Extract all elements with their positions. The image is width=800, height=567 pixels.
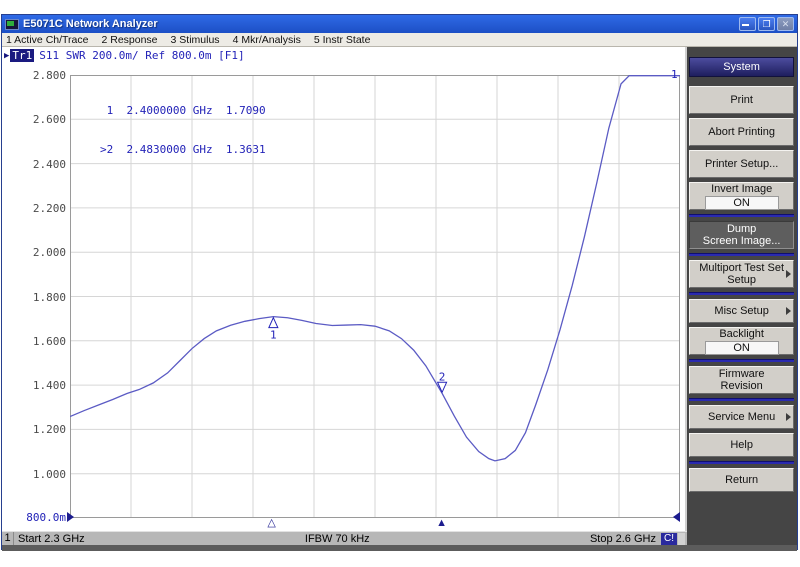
softkey-group-separator — [689, 398, 794, 401]
active-trace-arrow-icon: ▶ — [4, 51, 9, 61]
y-tick-label: 1.600 — [18, 335, 66, 348]
trace-format-label: S11 SWR 200.0m/ Ref 800.0m [F1] — [39, 49, 244, 62]
softkey-group-separator — [689, 253, 794, 256]
status-spare-box — [678, 533, 685, 545]
y-tick-label: 1.800 — [18, 291, 66, 304]
menu-item-1[interactable]: 1 Active Ch/Trace — [6, 34, 88, 46]
y-tick-label: 2.000 — [18, 246, 66, 259]
trace-status-line: ▶ Tr1 S11 SWR 200.0m/ Ref 800.0m [F1] — [4, 49, 245, 62]
marker-1-readout: 1 2.4000000 GHz 1.7090 — [100, 104, 266, 117]
screen-bottom-strip — [2, 545, 797, 551]
softkey-print[interactable]: Print — [689, 86, 794, 114]
marker-readout: 1 2.4000000 GHz 1.7090 >2 2.4830000 GHz … — [100, 78, 266, 182]
softkey-firmware-revision[interactable]: Firmware Revision — [689, 366, 794, 394]
trace-edge-number: 1 — [671, 68, 678, 81]
softkey-group-separator — [689, 292, 794, 295]
softkey-abort-printing[interactable]: Abort Printing — [689, 118, 794, 146]
menu-bar: 1 Active Ch/Trace 2 Response 3 Stimulus 4 M… — [2, 33, 797, 47]
window-title: E5071C Network Analyzer — [23, 18, 737, 30]
menu-item-5[interactable]: 5 Instr State — [314, 34, 371, 46]
y-tick-label: 2.400 — [18, 158, 66, 171]
softkey-multiport-test-set-setup[interactable]: Multiport Test Set Setup — [689, 260, 794, 288]
minimize-button[interactable] — [739, 17, 756, 31]
reference-level-marker-right-icon — [673, 512, 680, 522]
channel-number: 1 — [2, 532, 14, 545]
y-tick-label: 2.600 — [18, 113, 66, 126]
marker-2-number: 2 — [439, 370, 446, 383]
softkey-label: Dump Screen Image... — [703, 223, 781, 247]
softkey-group-separator — [689, 461, 794, 464]
ifbw-label: IFBW 70 kHz — [85, 533, 590, 545]
y-tick-label: 2.800 — [18, 69, 66, 82]
y-tick-label: 1.000 — [18, 468, 66, 481]
y-tick-label: 2.200 — [18, 202, 66, 215]
stimulus-marker-1-icon[interactable]: △ — [267, 517, 275, 529]
y-tick-label: 1.400 — [18, 379, 66, 392]
submenu-arrow-icon — [786, 307, 791, 315]
softkey-group-separator — [689, 359, 794, 362]
softkey-label: System — [723, 61, 760, 73]
menu-item-4[interactable]: 4 Mkr/Analysis — [233, 34, 301, 46]
submenu-arrow-icon — [786, 270, 791, 278]
toggle-state-box: ON — [705, 196, 779, 210]
softkey-label: Help — [730, 439, 753, 451]
softkey-system: System — [689, 57, 794, 77]
softkey-dump-screen-image[interactable]: Dump Screen Image... — [689, 221, 794, 249]
softkey-misc-setup[interactable]: Misc Setup — [689, 299, 794, 323]
softkey-label: Abort Printing — [708, 126, 775, 138]
restore-button[interactable]: ❐ — [758, 17, 775, 31]
softkey-sidebar: System Print Abort Printing Printer Setup..… — [685, 47, 797, 545]
softkey-label: Service Menu — [708, 411, 775, 423]
stimulus-marker-2-icon[interactable]: ▲ — [436, 517, 447, 529]
minimize-icon — [742, 24, 749, 26]
softkey-label: Return — [725, 474, 758, 486]
softkey-label: Invert Image — [711, 183, 772, 195]
trace-number-badge[interactable]: Tr1 — [10, 49, 34, 62]
app-icon — [5, 19, 19, 30]
softkey-return[interactable]: Return — [689, 468, 794, 492]
stop-frequency-label: Stop 2.6 GHz — [590, 533, 656, 545]
softkey-label: Print — [730, 94, 753, 106]
softkey-invert-image[interactable]: Invert ImageON — [689, 182, 794, 210]
y-tick-label: 1.200 — [18, 423, 66, 436]
content-area: ▶ Tr1 S11 SWR 200.0m/ Ref 800.0m [F1] 2.… — [2, 47, 797, 545]
softkey-group-separator — [689, 214, 794, 217]
reference-level-marker-left-icon[interactable] — [67, 512, 74, 522]
softkey-printer-setup[interactable]: Printer Setup... — [689, 150, 794, 178]
analyzer-screen: ▶ Tr1 S11 SWR 200.0m/ Ref 800.0m [F1] 2.… — [2, 47, 685, 545]
channel-status-bar: 1 Start 2.3 GHz IFBW 70 kHz Stop 2.6 GHz… — [2, 531, 687, 545]
start-frequency-label: Start 2.3 GHz — [18, 533, 85, 545]
app-window: E5071C Network Analyzer ❐ ✕ 1 Active Ch/… — [1, 14, 798, 550]
reference-level-label: 800.0m — [18, 511, 66, 524]
softkey-backlight[interactable]: BacklightON — [689, 327, 794, 355]
softkey-help[interactable]: Help — [689, 433, 794, 457]
softkey-label: Multiport Test Set Setup — [699, 262, 784, 286]
submenu-arrow-icon — [786, 413, 791, 421]
softkey-service-menu[interactable]: Service Menu — [689, 405, 794, 429]
marker-2-readout: >2 2.4830000 GHz 1.3631 — [100, 143, 266, 156]
softkey-label: Backlight — [719, 328, 764, 340]
softkey-label: Misc Setup — [714, 305, 768, 317]
softkey-label: Firmware Revision — [719, 368, 765, 392]
title-bar[interactable]: E5071C Network Analyzer ❐ ✕ — [2, 15, 797, 33]
close-button[interactable]: ✕ — [777, 17, 794, 31]
toggle-state-box: ON — [705, 341, 779, 355]
marker-1-number: 1 — [270, 329, 277, 342]
calibration-status-badge: C! — [661, 533, 677, 545]
softkey-label: Printer Setup... — [705, 158, 778, 170]
menu-item-3[interactable]: 3 Stimulus — [171, 34, 220, 46]
marker-1-symbol-icon[interactable] — [269, 318, 278, 328]
menu-item-2[interactable]: 2 Response — [101, 34, 157, 46]
